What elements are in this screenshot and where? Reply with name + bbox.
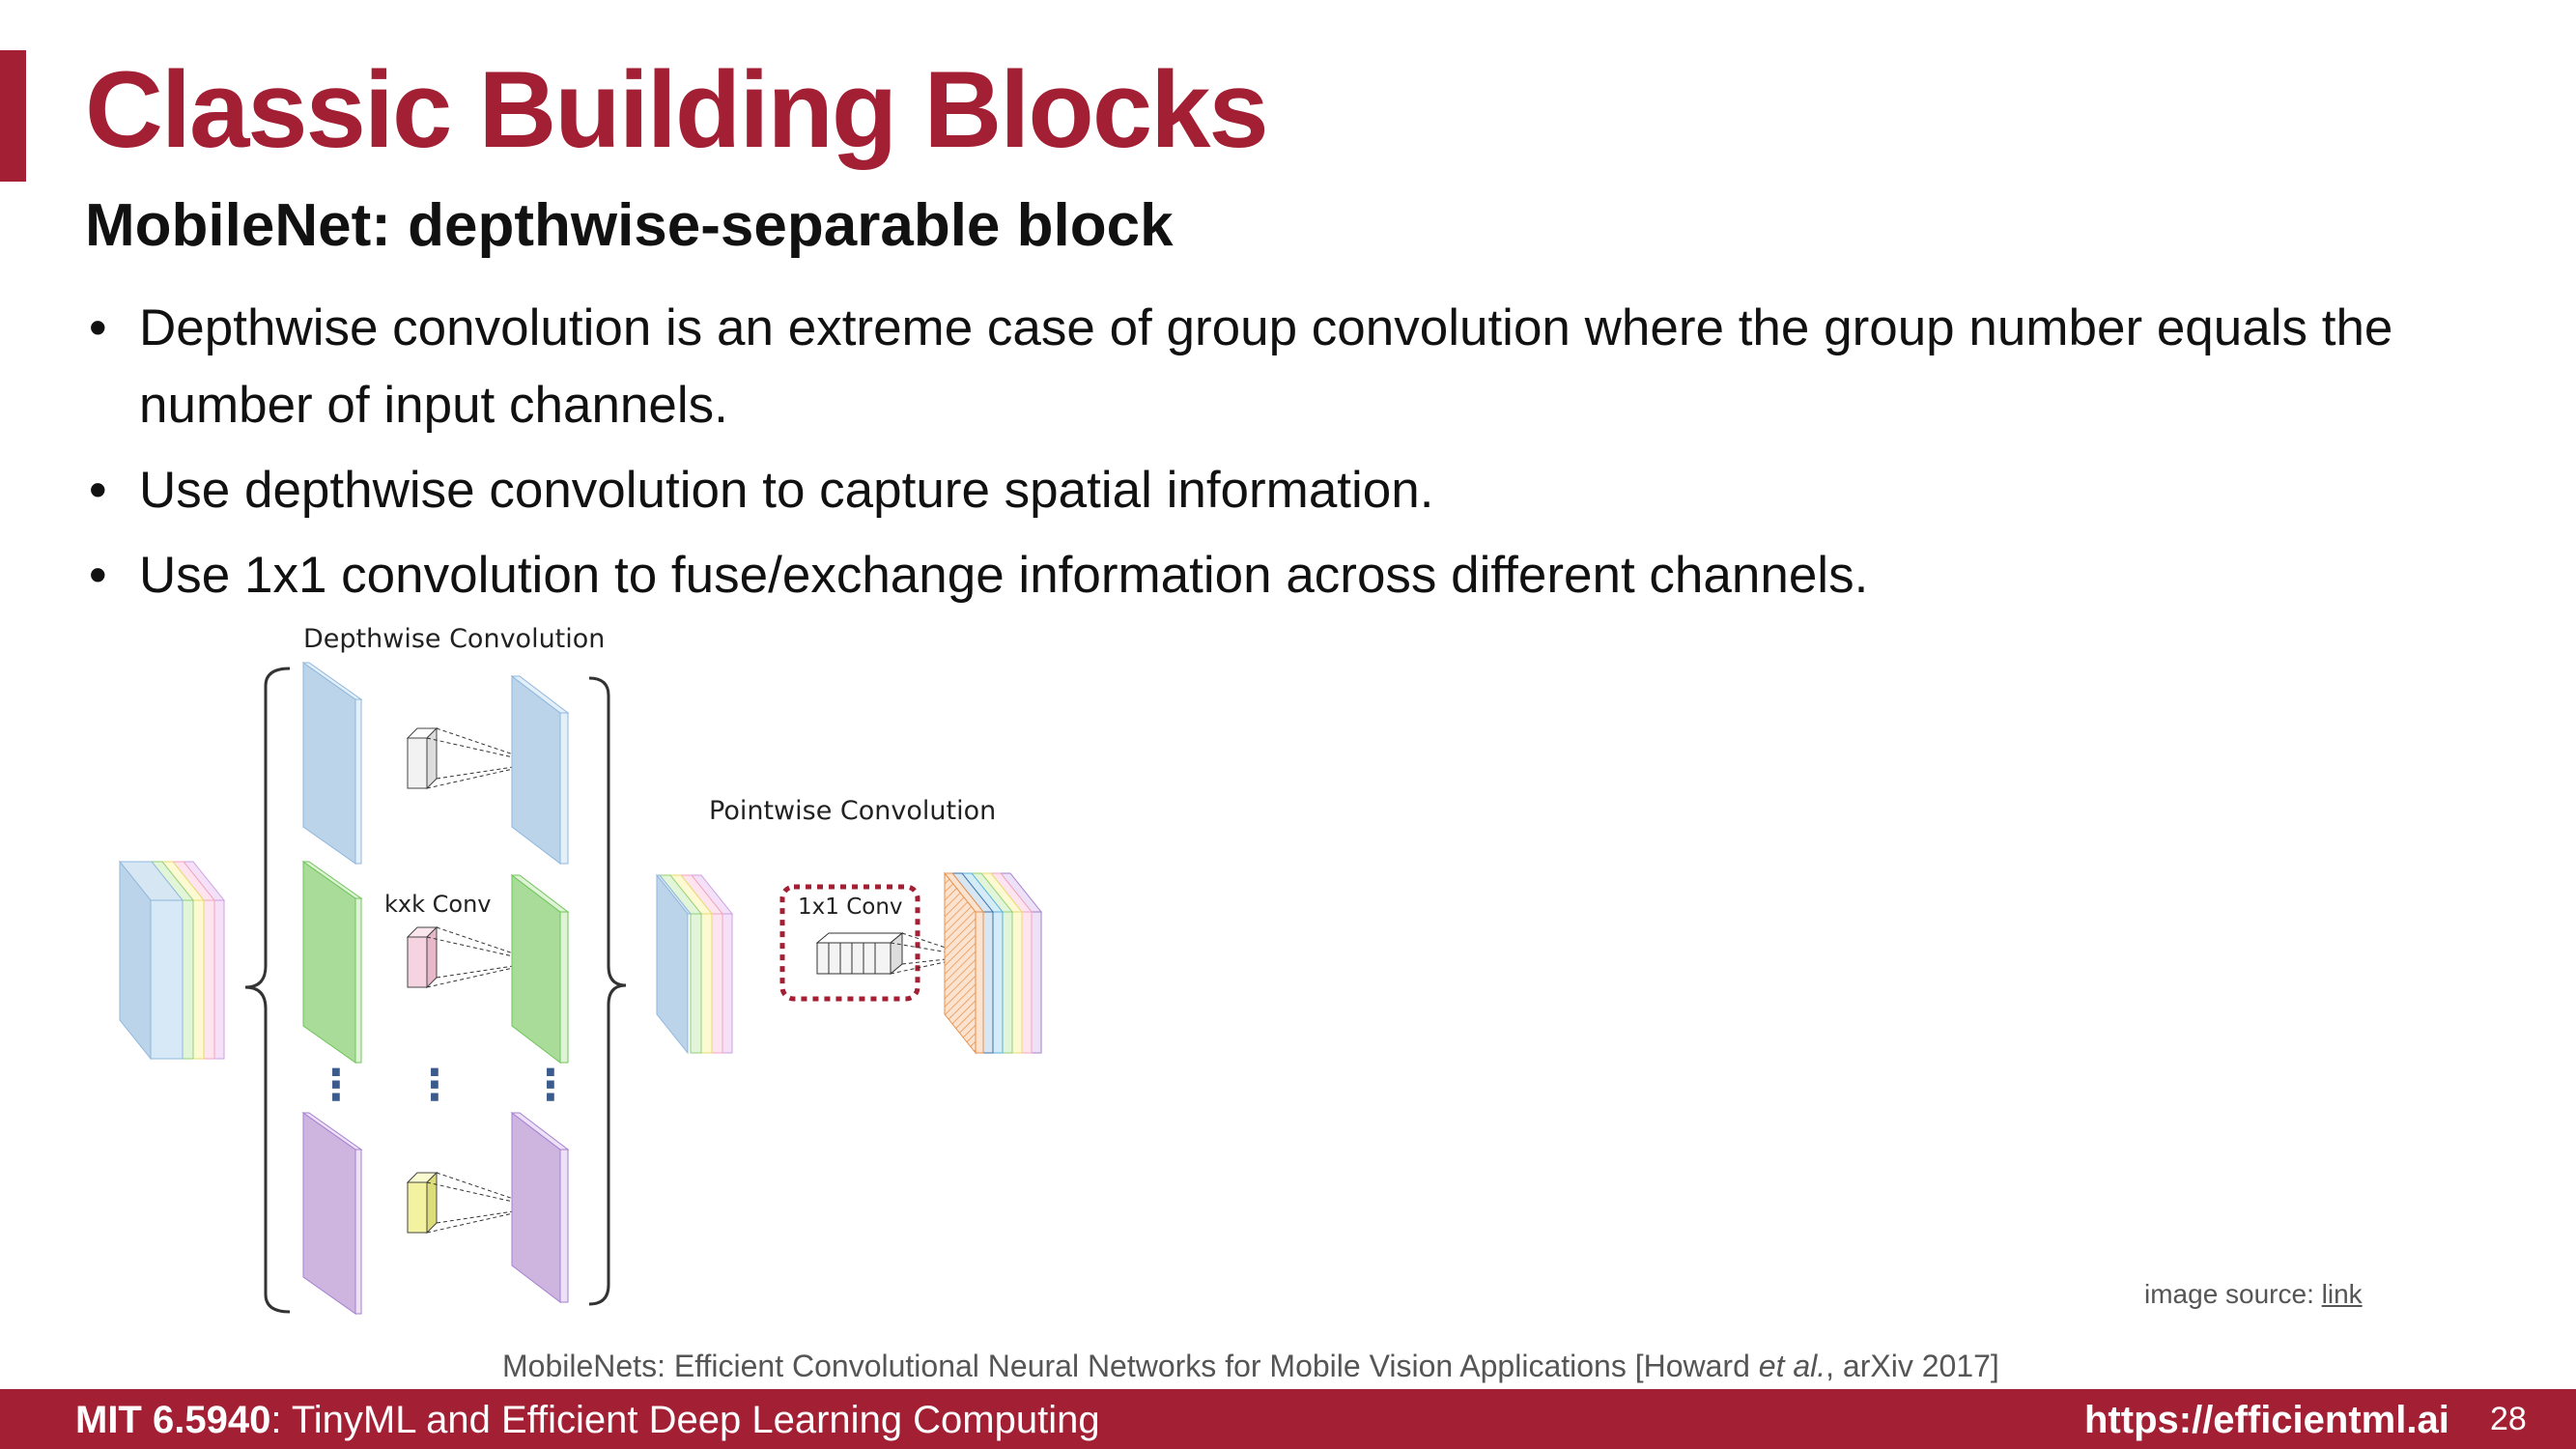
title-accent-bar: [0, 50, 26, 182]
depthwise-row-purple: [301, 1111, 570, 1315]
footer-bar: MIT 6.5940: TinyML and Efficient Deep Le…: [0, 1389, 2576, 1449]
citation-text-after: , arXiv 2017]: [1826, 1349, 1999, 1383]
bullet-text: Use depthwise convolution to capture spa…: [139, 462, 1434, 519]
pointwise-conv-label: Pointwise Convolution: [709, 796, 996, 826]
paper-citation: MobileNets: Efficient Convolutional Neur…: [502, 1349, 1999, 1384]
footer-course: MIT 6.5940: TinyML and Efficient Deep Le…: [75, 1399, 1100, 1442]
depthwise-output-tensor: [655, 873, 734, 1055]
kxk-conv-label: kxk Conv: [384, 891, 491, 918]
right-brace: [588, 676, 627, 1306]
bullet-dot: •: [89, 547, 107, 604]
citation-text-before: MobileNets: Efficient Convolutional Neur…: [502, 1349, 1759, 1383]
bullet-list: • Depthwise convolution is an extreme ca…: [85, 290, 2519, 622]
footer-course-code: MIT 6.5940: [75, 1399, 271, 1441]
slide-title: Classic Building Blocks: [85, 49, 1269, 170]
ellipsis-slices: ⋮: [315, 1061, 357, 1110]
pointwise-output-tensor: [943, 871, 1043, 1055]
slide-subtitle: MobileNet: depthwise-separable block: [85, 192, 1174, 259]
footer-course-name: : TinyML and Efficient Deep Learning Com…: [270, 1399, 1100, 1441]
citation-et-al: et al.: [1758, 1349, 1826, 1383]
page-number: 28: [2490, 1401, 2527, 1437]
depthwise-conv-label: Depthwise Convolution: [303, 624, 605, 654]
image-source-link[interactable]: link: [2322, 1279, 2363, 1309]
left-brace: [244, 667, 291, 1314]
bullet-item: • Depthwise convolution is an extreme ca…: [85, 290, 2519, 444]
depthwise-separable-diagram: Depthwise Convolution kxk Conv ⋮ ⋮ ⋮ Poi…: [118, 624, 1043, 1315]
image-source-note: image source: link: [2144, 1279, 2363, 1310]
ellipsis-outputs: ⋮: [529, 1061, 572, 1110]
ellipsis-kernels: ⋮: [413, 1061, 456, 1110]
conv1x1-label: 1x1 Conv: [798, 895, 903, 920]
bullet-dot: •: [89, 299, 107, 356]
bullet-dot: •: [89, 462, 107, 519]
bullet-item: • Use depthwise convolution to capture s…: [85, 452, 2519, 529]
bullet-item: • Use 1x1 convolution to fuse/exchange i…: [85, 537, 2519, 614]
bullet-text: Depthwise convolution is an extreme case…: [139, 299, 2393, 434]
input-tensor: [118, 860, 226, 1061]
image-source-prefix: image source:: [2144, 1279, 2322, 1309]
bullet-text: Use 1x1 convolution to fuse/exchange inf…: [139, 547, 1869, 604]
footer-url-link[interactable]: https://efficientml.ai: [2084, 1399, 2449, 1442]
depthwise-row-blue: [301, 662, 570, 866]
depthwise-row-green: kxk Conv: [301, 861, 570, 1065]
